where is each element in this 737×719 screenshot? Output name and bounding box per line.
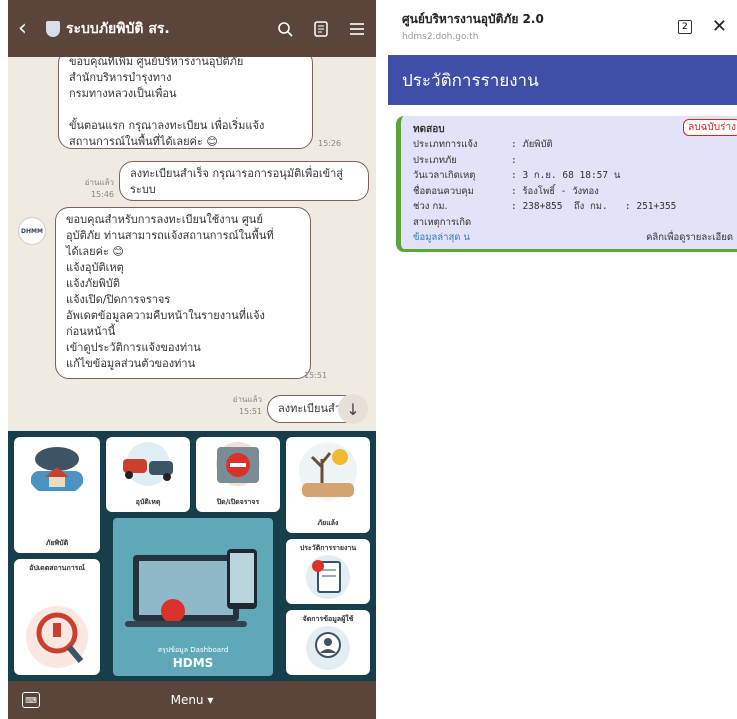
row-key: ประเภทการแจ้ง: [413, 139, 478, 150]
message-time-3: 15:51: [304, 371, 328, 380]
bot-avatar[interactable]: DHMM: [18, 217, 46, 245]
received-message-3: ขอบคุณสำหรับการลงทะเบียนใช้งาน ศูนย์ อุบ…: [55, 207, 311, 379]
menu-disaster-button[interactable]: ภัยพิบัติ: [14, 437, 100, 553]
notes-icon[interactable]: [312, 20, 330, 38]
menu-road-label: ปิด/เปิดจราจร: [216, 498, 260, 506]
read-status-4: อ่านแล้ว: [232, 395, 262, 404]
menu-history-label: ประวัติการรายงาน: [299, 544, 357, 552]
chat-title: ระบบภัยพิบัติ สร.: [66, 20, 170, 37]
report-card[interactable]: ทดสอบ ลบฉบับร่าง ประเภทการแจ้ง: ภัยพิบัต…: [396, 116, 737, 252]
menu-manage-button[interactable]: จัดการข้อมูลผู้ใช้: [286, 610, 370, 675]
dashboard-devices-icon: [125, 549, 257, 627]
line-chat-panel: ‹ ระบบภัยพิบัติ สร. ขอบคุณที่เพิ่ม ศูนย์…: [8, 0, 376, 719]
menu-history-button[interactable]: ประวัติการรายงาน: [286, 539, 370, 604]
webview-title: ศูนย์บริหารงานอุบัติภัย 2.0: [402, 12, 544, 26]
hdms-logo-text: HDMS: [172, 656, 214, 670]
row-value: :: [511, 154, 517, 166]
chat-bottom-bar: ⌨ Menu ▾: [8, 681, 376, 719]
search-icon[interactable]: [276, 20, 294, 38]
web-view-panel: ศูนย์บริหารงานอุบัติภัย 2.0 hdms2.doh.go…: [388, 0, 737, 719]
menu-update-label: อัปเดตสถานการณ์: [29, 564, 85, 572]
message-time-1: 15:26: [318, 139, 342, 148]
back-icon[interactable]: ‹: [18, 16, 40, 41]
delete-draft-button[interactable]: ลบฉบับร่าง: [683, 119, 737, 136]
page-title: ประวัติการรายงาน: [388, 55, 737, 105]
car-crash-icon: [123, 442, 173, 486]
shield-icon: [46, 20, 60, 37]
view-details-link[interactable]: คลิกเพื่อดูรายละเอียด: [646, 231, 733, 245]
menu-accident-button[interactable]: อุบัติเหตุ: [106, 437, 190, 512]
report-row: ช่วง กม. : 238+855 ถึง กม. : 251+355: [413, 199, 733, 215]
menu-accident-label: อุบัติเหตุ: [135, 498, 161, 506]
update-search-icon: [26, 606, 88, 668]
row-key: วันเวลาเกิดเหตุ: [413, 170, 476, 181]
keyboard-icon[interactable]: ⌨: [22, 692, 40, 708]
report-history-icon: [306, 555, 350, 599]
report-footer: ข้อมูลล่าสุด น คลิกเพื่อดูรายละเอียด: [413, 231, 733, 245]
menu-manage-label: จัดการข้อมูลผู้ใช้: [302, 615, 354, 623]
menu-dashboard-button[interactable]: สรุปข้อมูล Dashboard HDMS: [113, 518, 273, 676]
menu-dashboard-label: สรุปข้อมูล Dashboard: [157, 646, 229, 654]
row-value: : 238+855 ถึง กม. : 251+355: [511, 201, 677, 212]
close-icon[interactable]: ✕: [712, 16, 727, 37]
drought-icon: [299, 442, 357, 500]
row-value: : 3 ก.ย. 68 18:57 น: [511, 170, 621, 181]
message-time-2: 15:46: [90, 190, 114, 199]
menu-road-button[interactable]: ปิด/เปิดจราจร: [196, 437, 280, 512]
road-closed-icon: [216, 442, 260, 486]
rich-menu-toggle[interactable]: Menu ▾: [40, 693, 344, 707]
webview-url: hdms2.doh.go.th: [402, 32, 479, 42]
row-key: ช่วง กม.: [413, 201, 448, 212]
read-status-2: อ่านแล้ว: [84, 178, 114, 187]
menu-update-button[interactable]: อัปเดตสถานการณ์: [14, 559, 100, 675]
row-key: ชื่อตอนควบคุม: [413, 185, 474, 197]
menu-drought-button[interactable]: ภัยแล้ง: [286, 437, 370, 533]
storm-flood-icon: [31, 447, 83, 491]
scroll-down-arrow-icon[interactable]: ↓: [338, 394, 368, 424]
menu-drought-label: ภัยแล้ง: [317, 519, 339, 527]
row-value: : ร้องโพธิ์ - วังทอง: [511, 185, 599, 197]
message-time-4: 15:51: [238, 407, 262, 416]
tab-count-icon[interactable]: 2: [677, 20, 692, 34]
report-row: ประเภทภัย:: [413, 153, 733, 169]
report-row: วันเวลาเกิดเหตุ : 3 ก.ย. 68 18:57 น: [413, 168, 733, 184]
webview-header: ศูนย์บริหารงานอุบัติภัย 2.0 hdms2.doh.go…: [388, 0, 737, 55]
rich-menu: ภัยพิบัติ อุบัติเหตุ ปิด/เปิดจราจร ภัยแล…: [8, 431, 376, 681]
report-row: ประเภทการแจ้ง : ภัยพิบัติ: [413, 137, 733, 153]
report-row: ชื่อตอนควบคุม : ร้องโพธิ์ - วังทอง: [413, 184, 733, 200]
row-value: : ภัยพิบัติ: [511, 139, 553, 150]
chat-header: ‹ ระบบภัยพิบัติ สร.: [8, 0, 376, 57]
hamburger-menu-icon[interactable]: [348, 20, 366, 38]
user-profile-icon: [306, 626, 350, 670]
row-key: สาเหตุการเกิด: [413, 216, 472, 228]
report-row: สาเหตุการเกิด: [413, 215, 733, 231]
received-message-1: ขอบคุณที่เพิ่ม ศูนย์บริหารงานอุบัติภัย ส…: [58, 57, 313, 149]
menu-disaster-label: ภัยพิบัติ: [45, 539, 69, 547]
sent-message-2: ลงทะเบียนสำเร็จ กรุณารอการอนุมัติเพื่อเข…: [119, 161, 369, 201]
row-key: ประเภทภัย: [413, 154, 457, 166]
latest-update-link[interactable]: ข้อมูลล่าสุด น: [413, 231, 470, 245]
chat-area[interactable]: ขอบคุณที่เพิ่ม ศูนย์บริหารงานอุบัติภัย ส…: [8, 57, 376, 431]
